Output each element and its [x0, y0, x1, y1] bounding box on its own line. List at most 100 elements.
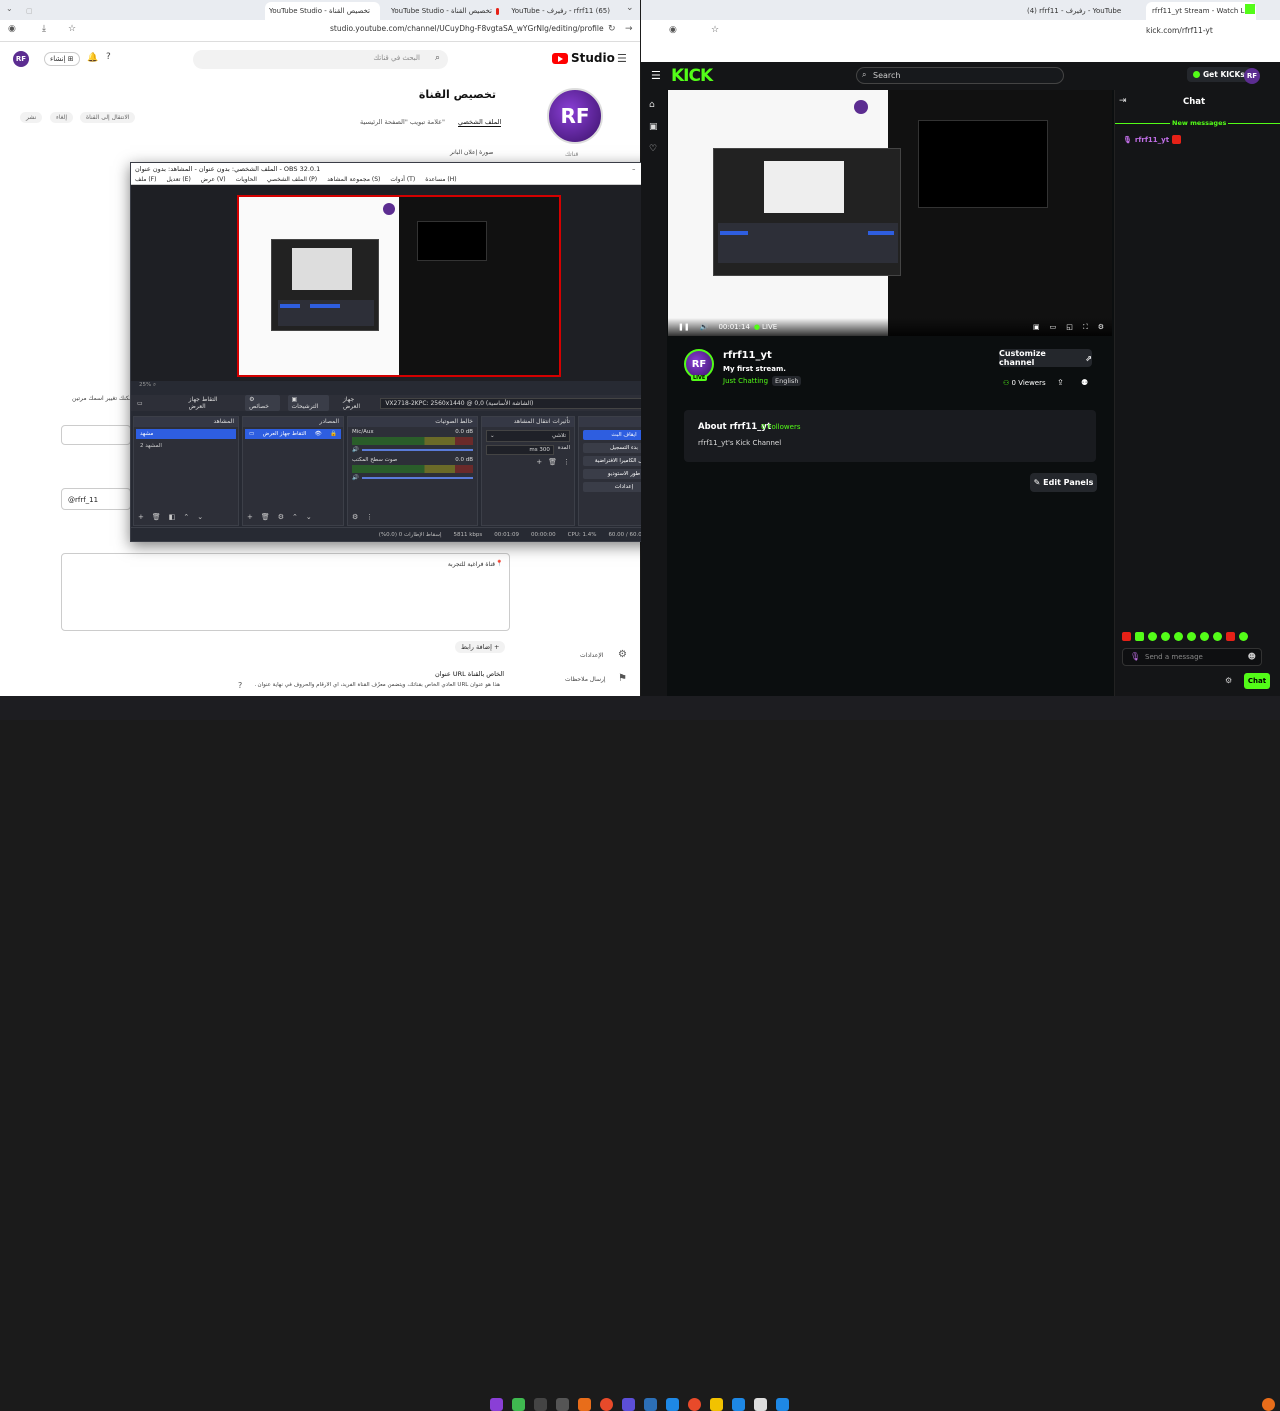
obs-preview[interactable]: [131, 185, 671, 381]
yt-studio-logo[interactable]: Studio: [552, 51, 615, 65]
cancel-button[interactable]: إلغاء: [50, 112, 74, 123]
tab-youtube-channel[interactable]: (65) rfrf11 - رفيرف - YouTube: [508, 2, 620, 20]
customize-channel-button[interactable]: Customize channel ⇗: [999, 349, 1092, 367]
app-icon[interactable]: [754, 1398, 767, 1411]
up-icon[interactable]: ⌃: [183, 513, 189, 521]
publish-button[interactable]: نشر: [20, 112, 43, 123]
following-icon[interactable]: ♡: [649, 144, 657, 154]
emote-icon[interactable]: [1239, 632, 1248, 641]
chat-message-input[interactable]: 🎙 Send a message ☻: [1122, 648, 1262, 666]
theater-icon[interactable]: ▭: [1050, 323, 1057, 331]
filters-button[interactable]: ▣ الترشيحات: [287, 395, 330, 411]
settings-icon[interactable]: ⚙: [1098, 323, 1104, 331]
reload-icon[interactable]: ↻: [608, 24, 616, 34]
profile-icon[interactable]: ◉: [669, 25, 677, 35]
add-icon[interactable]: +: [247, 513, 253, 521]
feedback-icon[interactable]: ⚑: [618, 673, 627, 684]
create-button[interactable]: إنشاء ⊞: [44, 52, 80, 66]
yt-search-input[interactable]: البحث في قناتك ⌕: [193, 50, 448, 69]
obs-canvas[interactable]: [237, 195, 561, 377]
collapse-chat-icon[interactable]: ⇥: [1119, 96, 1127, 106]
emote-icon[interactable]: [1135, 632, 1144, 641]
account-avatar[interactable]: RF: [13, 51, 29, 67]
menu-help[interactable]: مساعدة (H): [425, 176, 456, 183]
menu-edit[interactable]: تعديل (E): [166, 176, 190, 183]
properties-button[interactable]: ⚙ خصائص: [245, 395, 280, 411]
category-link[interactable]: Just Chatting: [723, 377, 768, 385]
gear-icon[interactable]: ⚙: [618, 649, 627, 660]
menu-view[interactable]: عرض (V): [201, 176, 226, 183]
emoji-icon[interactable]: ☻: [1248, 652, 1256, 661]
tab-youtube[interactable]: (4) rfrf11 - رفيرف - YouTube: [1021, 2, 1136, 20]
trash-icon[interactable]: 🗑: [152, 513, 161, 521]
emote-icon[interactable]: [1213, 632, 1222, 641]
more-icon[interactable]: ⋮: [563, 458, 570, 466]
users-icon[interactable]: ⚉: [1081, 378, 1088, 387]
volume-slider[interactable]: [361, 449, 473, 451]
speaker-icon[interactable]: 🔊: [352, 475, 359, 481]
tab-yt-studio-2[interactable]: تخصيص القناة - YouTube Studio: [385, 2, 505, 20]
app-icon[interactable]: [732, 1398, 745, 1411]
menu-icon[interactable]: ☰: [651, 69, 661, 82]
trash-icon[interactable]: 🗑: [548, 458, 557, 466]
share-icon[interactable]: ⇪: [1057, 378, 1064, 387]
tab-actions-icon[interactable]: ⌄: [6, 4, 13, 13]
download-icon[interactable]: ⤓: [42, 24, 46, 34]
kick-logo[interactable]: KICK: [671, 66, 713, 86]
send-chat-button[interactable]: Chat: [1244, 673, 1270, 689]
chrome-icon[interactable]: [688, 1398, 701, 1411]
minimize-icon[interactable]: –: [632, 165, 635, 173]
address-url[interactable]: studio.youtube.com/channel/UCuyDhg-F8vgt…: [330, 24, 604, 33]
emote-icon[interactable]: [1122, 632, 1131, 641]
chat-username[interactable]: rfrf11_yt: [1135, 136, 1169, 144]
transition-select[interactable]: تلاشي ⌄: [486, 430, 570, 442]
home-icon[interactable]: ⌂: [649, 100, 655, 110]
add-link-button[interactable]: إضافة رابط +: [455, 641, 506, 653]
emote-icon[interactable]: [1174, 632, 1183, 641]
emote-icon[interactable]: [1161, 632, 1170, 641]
star-icon[interactable]: ☆: [711, 25, 719, 35]
view-channel-button[interactable]: الانتقال إلى القناة: [80, 112, 136, 123]
duration-input[interactable]: 300 ms: [486, 445, 554, 455]
tab-home[interactable]: علامة تبويب "الصفحة الرئيسية": [360, 118, 445, 126]
more-icon[interactable]: ⋮: [366, 513, 373, 521]
language-tag[interactable]: English: [772, 376, 802, 386]
app-icon[interactable]: [556, 1398, 569, 1411]
chevron-down-icon[interactable]: ⌄: [626, 3, 634, 13]
clip-icon[interactable]: ▣: [1033, 323, 1040, 331]
tab-blank[interactable]: ▢: [20, 2, 120, 20]
profile-icon[interactable]: ◉: [8, 24, 16, 34]
windows-start-icon[interactable]: [776, 1398, 789, 1411]
trash-icon[interactable]: 🗑: [261, 513, 270, 521]
add-icon[interactable]: +: [536, 458, 542, 466]
lock-icon[interactable]: 🔒: [330, 431, 337, 437]
gear-icon[interactable]: ⚙: [278, 513, 284, 521]
edit-panels-button[interactable]: ✎ Edit Panels: [1030, 473, 1097, 492]
filter-icon[interactable]: ◧: [169, 513, 176, 521]
volume-icon[interactable]: 🔊: [700, 323, 709, 331]
app-icon[interactable]: [578, 1398, 591, 1411]
chevron-down-icon[interactable]: ⌄: [306, 513, 312, 521]
add-icon[interactable]: +: [138, 513, 144, 521]
pip-icon[interactable]: ◱: [1066, 323, 1073, 331]
emote-icon[interactable]: [1226, 632, 1235, 641]
menu-tools[interactable]: أدوات (T): [390, 176, 415, 183]
kick-search-input[interactable]: ⌕ Search: [856, 67, 1064, 84]
folder-icon[interactable]: [710, 1398, 723, 1411]
menu-docks[interactable]: الحاويات: [236, 176, 257, 183]
obs-icon[interactable]: [534, 1398, 547, 1411]
name-field[interactable]: [61, 425, 131, 445]
app-icon[interactable]: [644, 1398, 657, 1411]
app-icon[interactable]: [490, 1398, 503, 1411]
scene-item[interactable]: المشهد 2: [136, 441, 236, 451]
tab-yt-studio-1[interactable]: تخصيص القناة - YouTube Studio: [265, 2, 380, 20]
forward-icon[interactable]: →: [625, 24, 633, 34]
chat-settings-icon[interactable]: ⚙: [1225, 676, 1232, 685]
tab-profile[interactable]: الملف الشخصي: [458, 118, 502, 127]
browse-icon[interactable]: ▣: [649, 122, 658, 132]
star-icon[interactable]: ☆: [68, 24, 76, 34]
pause-icon[interactable]: ❚❚: [678, 323, 690, 331]
app-icon[interactable]: [622, 1398, 635, 1411]
bell-icon[interactable]: 🔔: [87, 53, 98, 63]
settings-icon[interactable]: ⚙: [352, 513, 358, 521]
